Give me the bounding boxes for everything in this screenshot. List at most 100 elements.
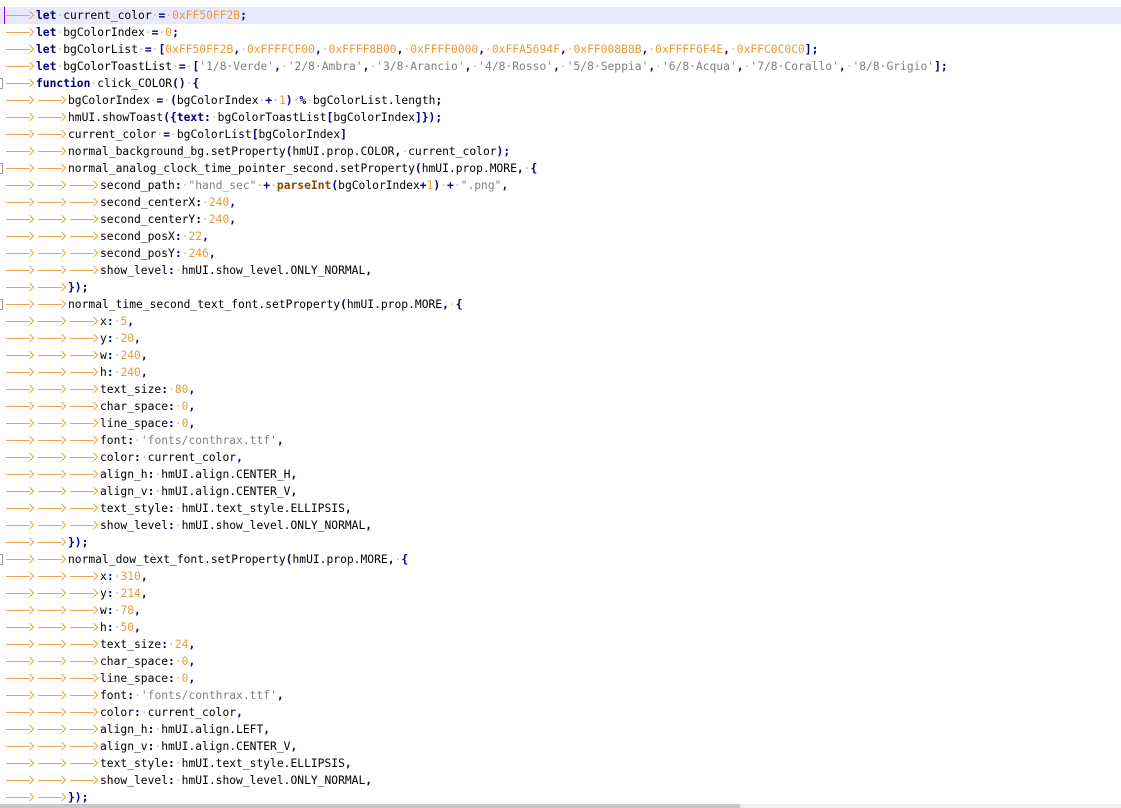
code-line[interactable]: w:·240,: [0, 347, 1121, 364]
code-line[interactable]: h:·240,: [0, 364, 1121, 381]
code-line[interactable]: });: [0, 534, 1121, 551]
code-line[interactable]: text_style:·hmUI.text_style.ELLIPSIS,: [0, 755, 1121, 772]
keyword: let: [36, 60, 57, 73]
code-line[interactable]: x:·310,: [0, 568, 1121, 585]
identifier: bgColorToastList: [217, 111, 327, 124]
tab-arrow-icon: [4, 466, 36, 483]
operator: ,: [314, 43, 322, 56]
string-literal: 'fonts/conthrax.ttf': [140, 689, 277, 702]
tab-arrow-icon: [4, 245, 36, 262]
code-line[interactable]: h:·50,: [0, 619, 1121, 636]
code-line[interactable]: align_h:·hmUI.align.LEFT,: [0, 721, 1121, 738]
whitespace-marker: ·: [280, 60, 288, 73]
code-line[interactable]: bgColorIndex·=·(bgColorIndex·+·1)·%·bgCo…: [0, 92, 1121, 109]
operator: ,: [202, 230, 209, 243]
tab-arrow-icon: [4, 483, 36, 500]
code-line[interactable]: text_size:·80,: [0, 381, 1121, 398]
code-line[interactable]: line_space:·0,: [0, 415, 1121, 432]
identifier: y: [100, 332, 107, 345]
code-line-content: normal_dow_text_font.setProperty(hmUI.pr…: [4, 551, 408, 568]
code-line[interactable]: line_space:·0,: [0, 670, 1121, 687]
code-line[interactable]: second_posY:·246,: [0, 245, 1121, 262]
code-line[interactable]: let·bgColorIndex·=·0;: [0, 24, 1121, 41]
code-line-content: y:·20,: [4, 330, 141, 347]
keyword: let: [36, 43, 57, 56]
code-line[interactable]: y:·214,: [0, 585, 1121, 602]
operator: :: [106, 604, 114, 617]
code-line[interactable]: align_v:·hmUI.align.CENTER_V,: [0, 738, 1121, 755]
code-line[interactable]: y:·20,: [0, 330, 1121, 347]
code-line[interactable]: text_size:·24,: [0, 636, 1121, 653]
whitespace-marker: ·: [729, 43, 737, 56]
operator: ,: [276, 689, 284, 702]
code-line[interactable]: font:·'fonts/conthrax.ttf',: [0, 432, 1121, 449]
tab-arrow-icon: [68, 347, 100, 364]
code-line[interactable]: normal_background_bg.setProperty(hmUI.pr…: [0, 143, 1121, 160]
code-line[interactable]: w:·78,: [0, 602, 1121, 619]
operator: ];: [934, 60, 948, 73]
operator: (): [172, 77, 186, 90]
code-line[interactable]: second_centerX:·240,: [0, 194, 1121, 211]
code-line[interactable]: show_level:·hmUI.show_level.ONLY_NORMAL,: [0, 517, 1121, 534]
operator: :: [106, 587, 114, 600]
operator: :: [204, 111, 211, 124]
code-line[interactable]: let·bgColorList·=·[0xFF50FF2B,·0xFFFFCF0…: [0, 41, 1121, 58]
code-line[interactable]: font:·'fonts/conthrax.ttf',: [0, 687, 1121, 704]
code-line[interactable]: current_color·=·bgColorList[bgColorIndex…: [0, 126, 1121, 143]
number-literal: 0xFFFFCF00: [246, 43, 315, 56]
whitespace-marker: ·: [168, 638, 175, 651]
code-line[interactable]: text_style:·hmUI.text_style.ELLIPSIS,: [0, 500, 1121, 517]
tab-arrow-icon: [36, 194, 68, 211]
operator: ,: [723, 43, 730, 56]
code-line[interactable]: });: [0, 279, 1121, 296]
operator: :: [106, 366, 114, 379]
code-line[interactable]: show_level:·hmUI.show_level.ONLY_NORMAL,: [0, 262, 1121, 279]
code-line[interactable]: x:·5,: [0, 313, 1121, 330]
code-line[interactable]: let·bgColorToastList·=·['1/8·Verde',·'2/…: [0, 58, 1121, 75]
code-line[interactable]: char_space:·0,: [0, 653, 1121, 670]
code-line[interactable]: show_level:·hmUI.show_level.ONLY_NORMAL,: [0, 772, 1121, 789]
tab-arrow-icon: [4, 704, 36, 721]
whitespace-marker: ·: [272, 94, 279, 107]
code-line-content: align_h:·hmUI.align.LEFT,: [4, 721, 270, 738]
code-line[interactable]: second_path:·"hand_sec"·+·parseInt(bgCol…: [0, 177, 1121, 194]
whitespace-marker: ·: [174, 757, 182, 770]
code-line[interactable]: second_centerY:·240,: [0, 211, 1121, 228]
tab-arrow-icon: [4, 160, 36, 177]
horizontal-scrollbar[interactable]: [0, 804, 1121, 808]
code-line[interactable]: normal_time_second_text_font.setProperty…: [0, 296, 1121, 313]
identifier: y: [100, 587, 107, 600]
operator: ({: [163, 111, 177, 124]
number-literal: 20: [120, 332, 135, 345]
code-line[interactable]: color:·current_color,: [0, 449, 1121, 466]
tab-arrow-icon: [36, 653, 68, 670]
identifier: w: [100, 349, 107, 362]
whitespace-marker: ·: [566, 43, 574, 56]
code-line[interactable]: char_space:·0,: [0, 398, 1121, 415]
operator: ,: [344, 757, 352, 770]
tab-arrow-icon: [36, 330, 68, 347]
identifier: text_style: [100, 502, 169, 515]
code-line[interactable]: second_posX:·22,: [0, 228, 1121, 245]
operator: ,: [140, 587, 148, 600]
code-line[interactable]: let·current_color·=·0xFF50FF2B;: [0, 7, 1121, 24]
code-line[interactable]: normal_analog_clock_time_pointer_second.…: [0, 160, 1121, 177]
code-line[interactable]: align_h:·hmUI.align.CENTER_H,: [0, 466, 1121, 483]
operator: ,: [344, 502, 352, 515]
code-line-content: function·click_COLOR()·{: [4, 75, 199, 92]
code-line[interactable]: color:·current_color,: [0, 704, 1121, 721]
code-editor[interactable]: let·current_color·=·0xFF50FF2B; let·bgCol…: [0, 7, 1121, 806]
identifier: current_color: [63, 9, 152, 22]
tab-arrow-icon: [4, 330, 36, 347]
scrollbar-thumb[interactable]: [0, 804, 740, 808]
identifier: hmUI.showToast: [68, 111, 164, 124]
operator: :: [168, 672, 175, 685]
operator: ,: [442, 298, 449, 311]
identifier: char_space: [100, 655, 169, 668]
code-line[interactable]: align_v:·hmUI.align.CENTER_V,: [0, 483, 1121, 500]
code-line[interactable]: hmUI.showToast({text:·bgColorToastList[b…: [0, 109, 1121, 126]
code-line[interactable]: function·click_COLOR()·{: [0, 75, 1121, 92]
tab-arrow-icon: [4, 670, 36, 687]
identifier: hmUI.prop.MORE: [292, 553, 388, 566]
code-line[interactable]: normal_dow_text_font.setProperty(hmUI.pr…: [0, 551, 1121, 568]
